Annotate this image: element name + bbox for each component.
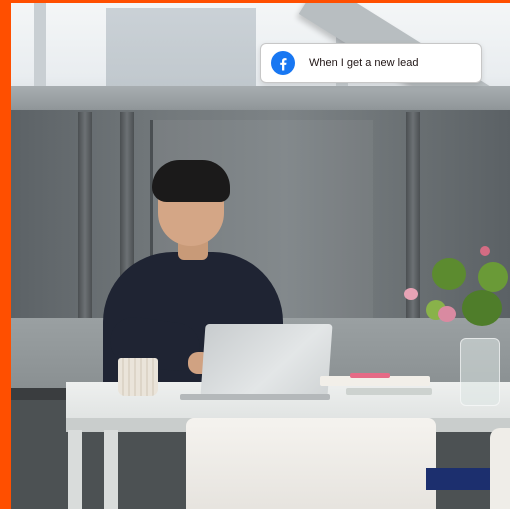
coffee-mug (118, 358, 158, 396)
trigger-notification-card: When I get a new lead (260, 43, 482, 83)
blue-chair-seat (426, 468, 496, 490)
hero-photo-frame: When I get a new lead (0, 0, 510, 509)
book (346, 388, 432, 395)
green-flower (478, 262, 508, 292)
wall-post (78, 112, 92, 327)
laptop (200, 324, 333, 397)
laptop-base (180, 394, 330, 400)
leaf-cluster (462, 290, 502, 326)
chair (186, 418, 436, 509)
notebook-pink (350, 373, 390, 378)
glass-vase (460, 338, 500, 406)
pink-flower (404, 288, 418, 300)
accent-side-bar (0, 0, 11, 509)
table-leg (68, 430, 82, 509)
chair (490, 428, 510, 509)
notification-text: When I get a new lead (309, 57, 419, 69)
facebook-logo (271, 51, 295, 75)
window-sill (11, 86, 510, 112)
accent-top-bar (0, 0, 510, 3)
facebook-icon (271, 51, 295, 75)
green-flower (432, 258, 466, 290)
person-hair (152, 160, 230, 202)
pink-flower (438, 306, 456, 322)
pink-flower (480, 246, 490, 256)
table-leg (104, 430, 118, 509)
